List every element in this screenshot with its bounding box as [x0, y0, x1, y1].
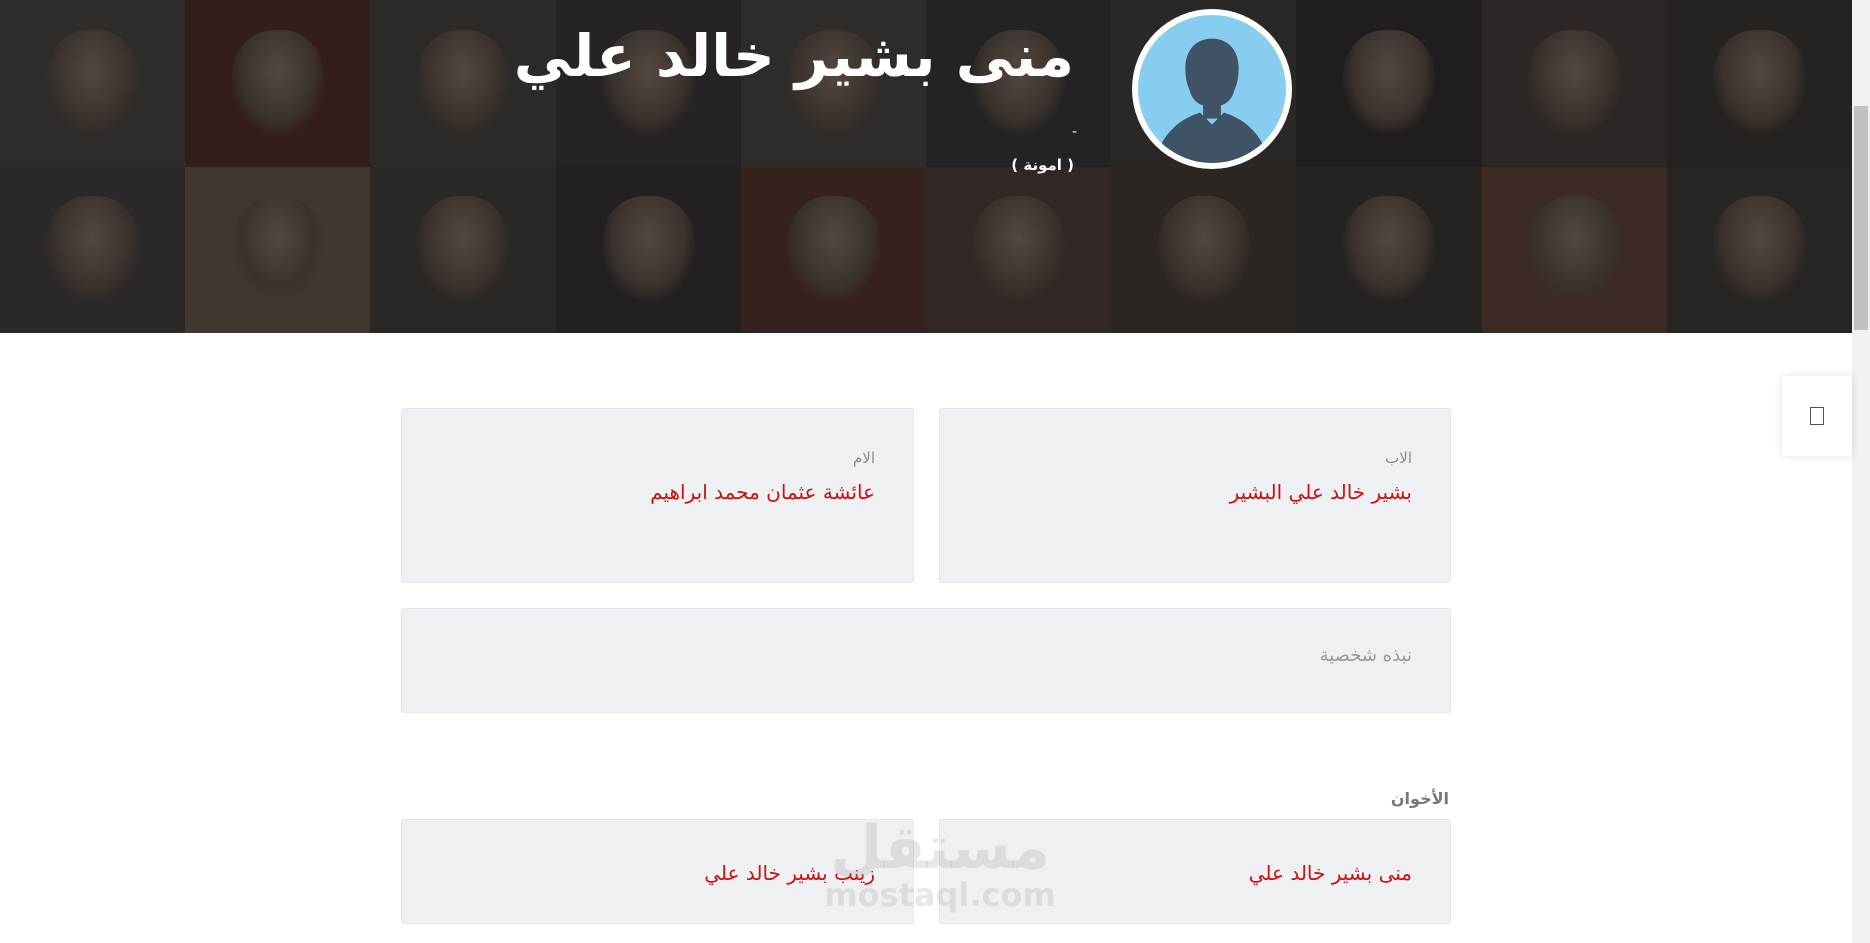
father-card[interactable]: الاب بشير خالد علي البشير [939, 408, 1451, 583]
siblings-title: الأخوان [1390, 789, 1449, 808]
father-label: الاب [1385, 449, 1412, 467]
person-name-heading: منى بشير خالد علي [513, 22, 1074, 90]
person-silhouette-icon [1138, 15, 1286, 163]
avatar [1132, 9, 1292, 169]
subtitle-dash: - [1072, 124, 1078, 140]
hero-banner: منى بشير خالد علي - ( امونة ) [0, 0, 1852, 333]
person-nickname: ( امونة ) [1011, 156, 1074, 174]
page-icon [1810, 407, 1824, 425]
watermark-arabic: مستقل [830, 813, 1050, 883]
scrollbar-thumb[interactable] [1854, 106, 1868, 330]
father-name[interactable]: بشير خالد علي البشير [1230, 480, 1412, 504]
watermark-latin: mostaql.com [824, 876, 1056, 914]
mother-card[interactable]: الام عائشة عثمان محمد ابراهيم [401, 408, 914, 583]
mother-name[interactable]: عائشة عثمان محمد ابراهيم [650, 480, 875, 504]
page-scrollbar[interactable] [1852, 0, 1870, 943]
side-tab[interactable] [1782, 376, 1852, 456]
mother-label: الام [852, 449, 875, 467]
watermark: مستقل mostaql.com [810, 818, 1070, 912]
sibling-name[interactable]: منى بشير خالد علي [1249, 861, 1412, 885]
bio-label: نبذه شخصية [1319, 645, 1412, 666]
bio-card: نبذه شخصية [401, 608, 1451, 713]
